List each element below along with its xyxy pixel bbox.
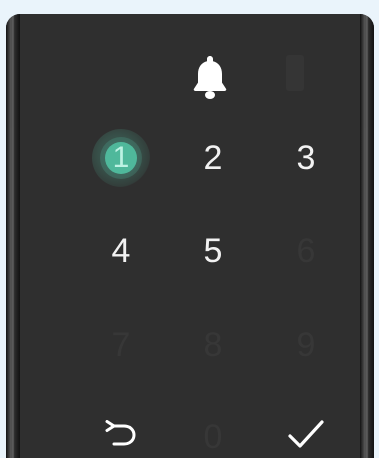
key-5-label: 5 bbox=[203, 232, 223, 270]
confirm-button[interactable] bbox=[278, 406, 334, 458]
key-7[interactable]: 7 bbox=[86, 310, 156, 380]
keypad-panel: 1 2 3 4 5 6 7 8 9 0 bbox=[20, 14, 360, 458]
bell-icon[interactable] bbox=[192, 54, 228, 102]
key-0[interactable]: 0 bbox=[178, 402, 248, 458]
key-6[interactable]: 6 bbox=[271, 216, 341, 286]
undo-arrow-icon bbox=[105, 420, 136, 446]
key-2-label: 2 bbox=[203, 139, 223, 177]
key-8-label: 8 bbox=[204, 328, 223, 362]
key-1-label: 1 bbox=[112, 141, 130, 174]
right-metal-rail bbox=[360, 14, 374, 458]
key-5[interactable]: 5 bbox=[178, 216, 248, 286]
key-8[interactable]: 8 bbox=[178, 310, 248, 380]
key-9[interactable]: 9 bbox=[271, 310, 341, 380]
key-1[interactable]: 1 bbox=[86, 123, 156, 193]
key-2[interactable]: 2 bbox=[178, 123, 248, 193]
faint-top-indicator bbox=[286, 55, 304, 91]
key-4-label: 4 bbox=[111, 232, 131, 270]
smart-lock-keypad: 1 2 3 4 5 6 7 8 9 0 bbox=[6, 14, 374, 458]
back-button[interactable] bbox=[91, 407, 147, 458]
key-9-label: 9 bbox=[297, 328, 316, 362]
key-3[interactable]: 3 bbox=[271, 123, 341, 193]
key-7-label: 7 bbox=[112, 328, 131, 362]
checkmark-icon bbox=[288, 420, 324, 448]
key-0-label: 0 bbox=[204, 420, 223, 454]
key-6-label: 6 bbox=[297, 234, 316, 268]
key-3-label: 3 bbox=[296, 139, 316, 177]
left-metal-rail bbox=[6, 14, 20, 458]
key-4[interactable]: 4 bbox=[86, 216, 156, 286]
